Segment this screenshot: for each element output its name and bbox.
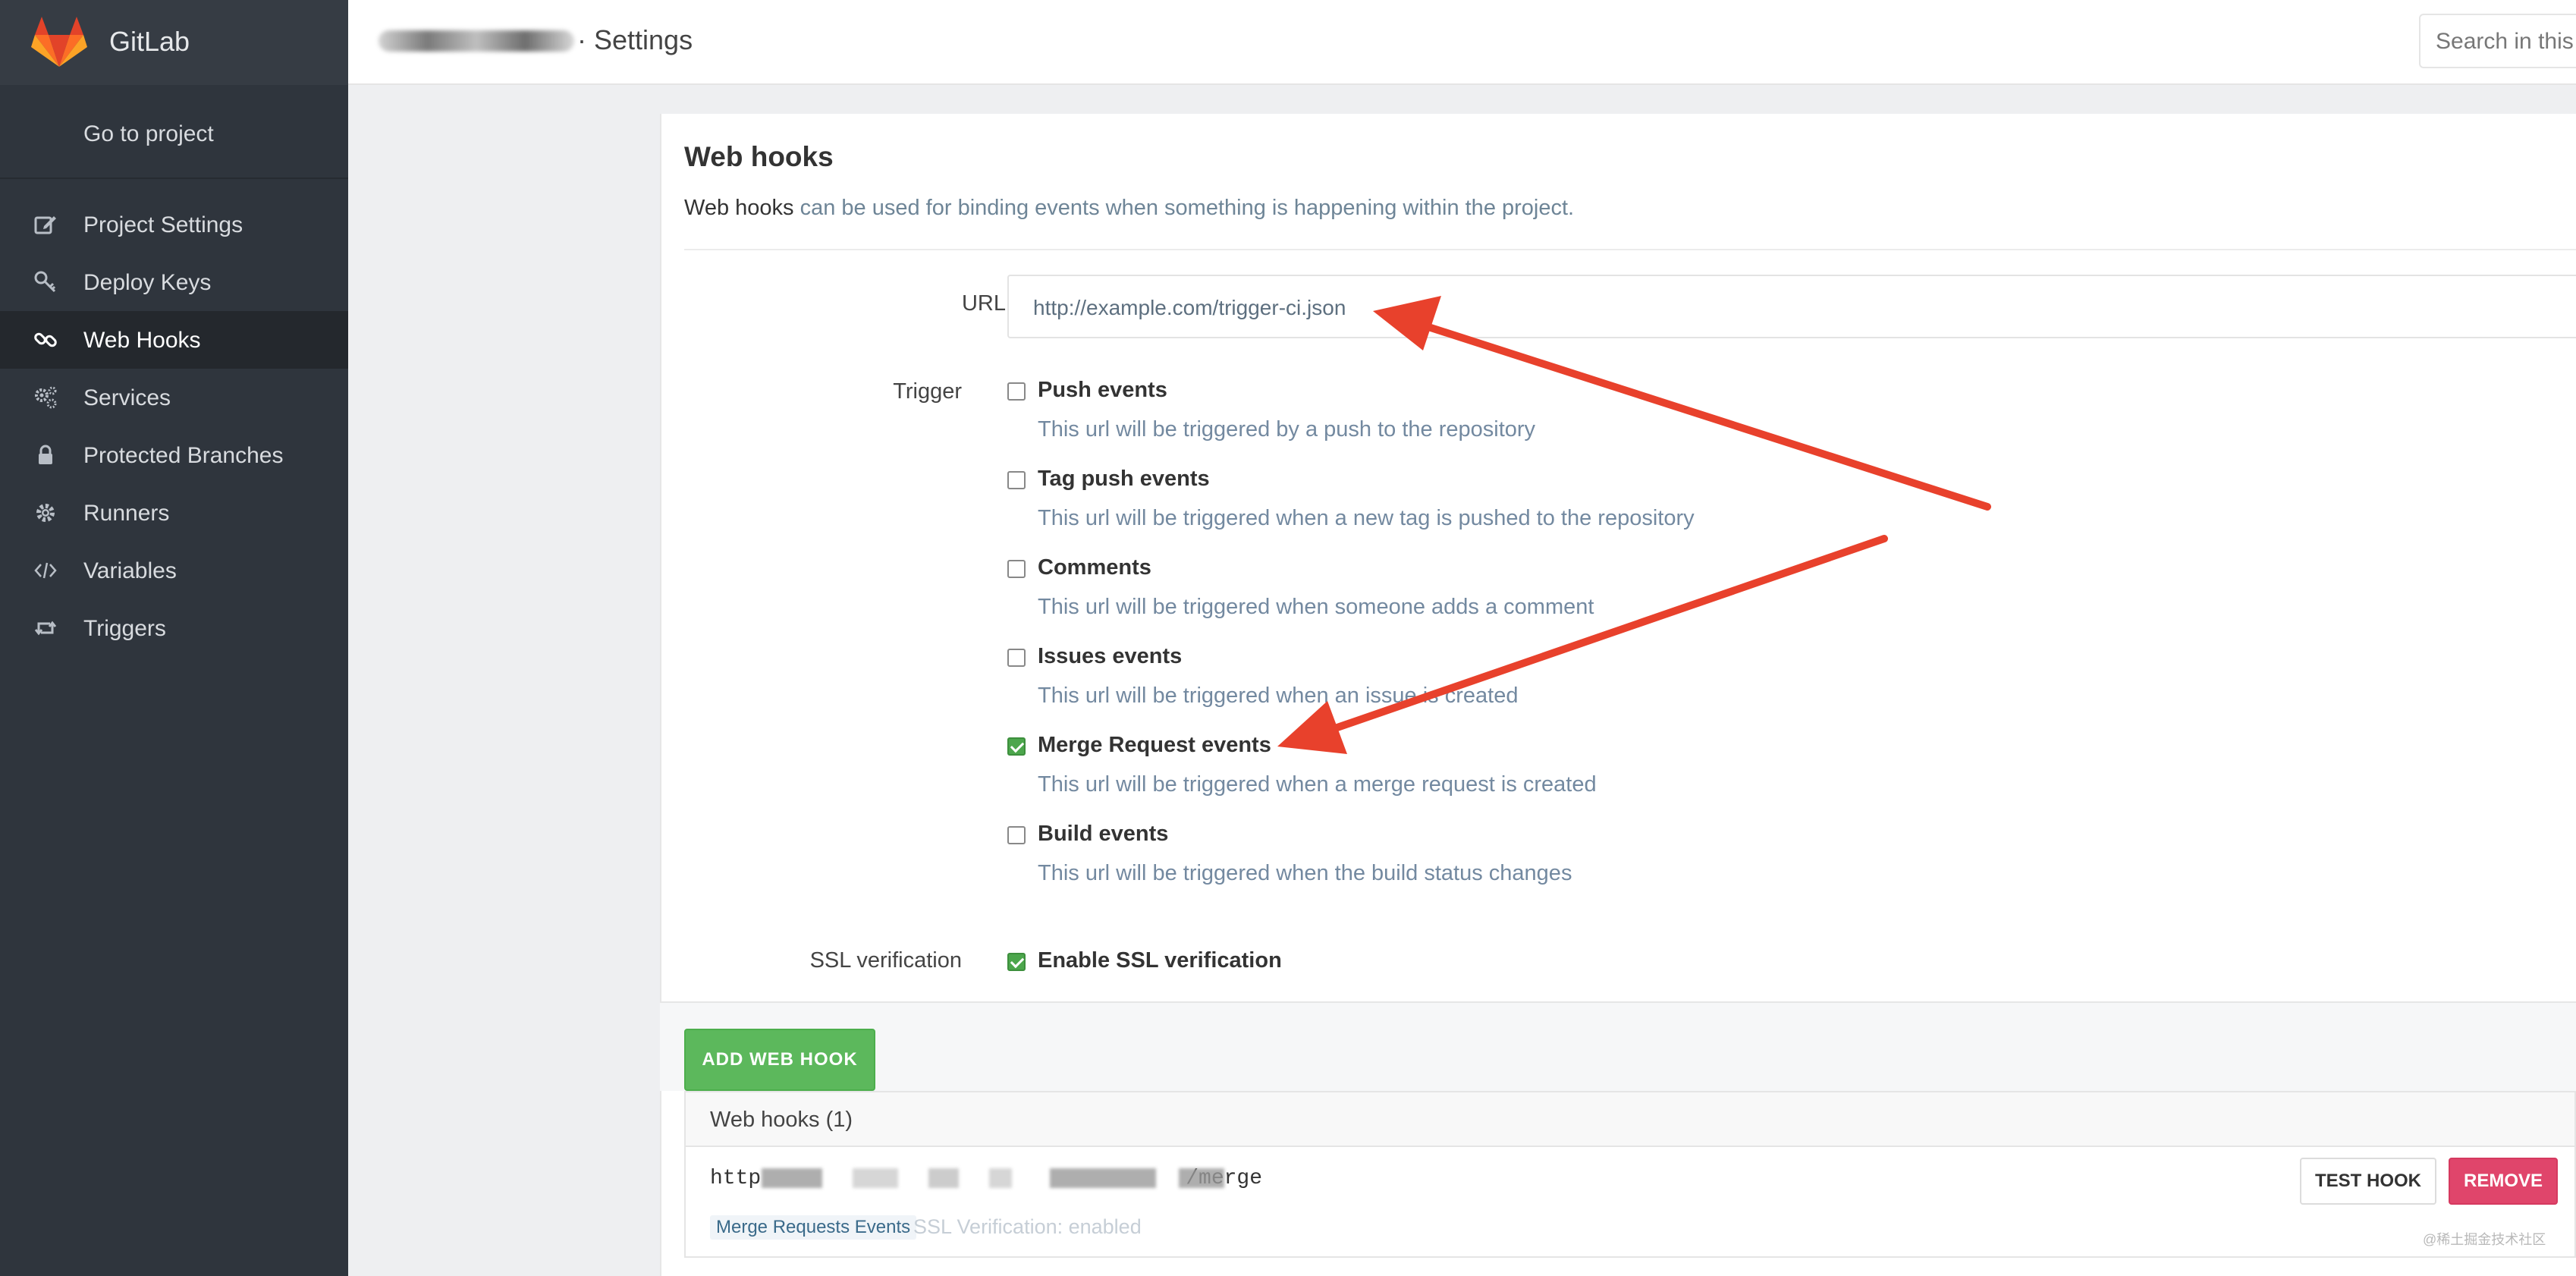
web-hooks-list-title: Web hooks (1): [686, 1092, 2574, 1147]
sidebar-item-deploy-keys[interactable]: Deploy Keys: [0, 253, 348, 311]
comments-checkbox[interactable]: [1007, 560, 1026, 578]
trigger-option-label: Build events: [1038, 822, 1169, 846]
trigger-option-label: Issues events: [1038, 644, 1183, 668]
redacted-url-part: [853, 1168, 898, 1188]
merge-request-events-checkbox[interactable]: [1007, 737, 1026, 756]
trigger-option-label: Comments: [1038, 555, 1151, 580]
ssl-verification-label: SSL verification: [809, 948, 962, 973]
sidebar-item-label: Variables: [83, 558, 177, 583]
sidebar-item-protected-branches[interactable]: Protected Branches: [0, 426, 348, 484]
redacted-url-part: [989, 1168, 1012, 1188]
trigger-option-label: Tag push events: [1038, 467, 1210, 491]
go-to-project-link[interactable]: Go to project: [83, 121, 214, 147]
push-events-checkbox[interactable]: [1007, 382, 1026, 401]
gear-icon: [36, 504, 55, 522]
form-actions-bar: [660, 1001, 2576, 1091]
build-events-checkbox[interactable]: [1007, 826, 1026, 844]
sidebar-item-variables[interactable]: Variables: [0, 542, 348, 599]
redacted-url-part: [1179, 1168, 1224, 1188]
web-hooks-list: Web hooks (1) http/merge Merge Requests …: [684, 1091, 2576, 1258]
trigger-label: Trigger: [893, 379, 962, 404]
top-header: · Settings Search in this: [348, 0, 2576, 85]
issues-events-checkbox[interactable]: [1007, 649, 1026, 667]
trigger-option-help: This url will be triggered when the buil…: [1038, 861, 1572, 885]
trigger-option-help: This url will be triggered when a merge …: [1038, 772, 1597, 797]
section-description-text: can be used for binding events when some…: [793, 196, 1575, 220]
redacted-project-name: [379, 30, 574, 52]
code-icon: [34, 562, 57, 579]
url-label: URL: [961, 291, 1006, 316]
url-input[interactable]: http://example.com/trigger-ci.json: [1007, 275, 2576, 338]
sidebar-item-label: Web Hooks: [83, 328, 201, 353]
brand-header[interactable]: GitLab: [0, 0, 348, 85]
trigger-option-help: This url will be triggered when someone …: [1038, 595, 1594, 619]
hook-event-badge: Merge Requests Events: [710, 1215, 917, 1240]
hook-url-start: http: [710, 1167, 762, 1190]
watermark: @稀土掘金技术社区: [2423, 1232, 2546, 1247]
ssl-verification-checkbox[interactable]: [1007, 953, 1026, 971]
gitlab-logo-icon: [31, 17, 87, 67]
trigger-option-help: This url will be triggered when an issue…: [1038, 684, 1519, 708]
tag-push-events-checkbox[interactable]: [1007, 471, 1026, 489]
link-icon: [34, 332, 57, 347]
retweet-icon: [34, 621, 57, 636]
redacted-url-part: [762, 1168, 822, 1188]
sidebar-item-project-settings[interactable]: Project Settings: [0, 196, 348, 253]
lock-icon: [39, 445, 52, 464]
key-icon: [34, 271, 56, 293]
section-description: Web hooks can be used for binding events…: [684, 196, 1574, 221]
sidebar-item-services[interactable]: Services: [0, 369, 348, 426]
trigger-option-label: Merge Request events: [1038, 733, 1271, 757]
sidebar-item-label: Runners: [83, 501, 170, 526]
edit-icon: [34, 216, 56, 234]
page-title: · Settings: [577, 24, 693, 55]
redacted-url-part: [1050, 1168, 1156, 1188]
sidebar-item-label: Deploy Keys: [83, 270, 212, 295]
sidebar-item-label: Triggers: [83, 616, 166, 641]
sidebar: GitLab Go to project Project Settings De…: [0, 0, 348, 1276]
add-web-hook-button[interactable]: ADD WEB HOOK: [684, 1029, 875, 1091]
search-input[interactable]: Search in this: [2419, 14, 2576, 68]
sidebar-item-label: Protected Branches: [83, 443, 284, 468]
sidebar-item-web-hooks[interactable]: Web Hooks: [0, 311, 348, 369]
ssl-verification-option-label: Enable SSL verification: [1038, 948, 1282, 973]
sidebar-item-label: Services: [83, 385, 171, 410]
trigger-option-label: Push events: [1038, 378, 1167, 402]
remove-hook-button[interactable]: REMOVE: [2449, 1158, 2558, 1205]
redacted-url-part: [928, 1168, 959, 1188]
section-description-strong: Web hooks: [684, 196, 794, 220]
hook-ssl-note: SSL Verification: enabled: [913, 1215, 1142, 1238]
cogs-icon: [35, 386, 57, 409]
sidebar-item-label: Project Settings: [83, 212, 243, 237]
test-hook-button[interactable]: TEST HOOK: [2300, 1158, 2436, 1205]
section-divider: [684, 249, 2576, 250]
sidebar-divider: [0, 178, 348, 179]
sidebar-item-runners[interactable]: Runners: [0, 484, 348, 542]
brand-name: GitLab: [109, 26, 190, 57]
trigger-option-help: This url will be triggered when a new ta…: [1038, 506, 1695, 530]
trigger-option-help: This url will be triggered by a push to …: [1038, 417, 1536, 442]
section-title: Web hooks: [684, 141, 834, 172]
sidebar-item-triggers[interactable]: Triggers: [0, 599, 348, 657]
